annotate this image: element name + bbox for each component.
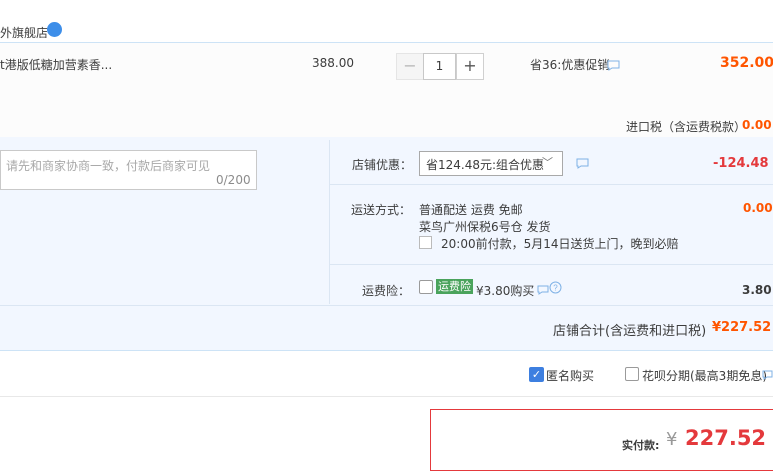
help-icon[interactable]: ? [549,281,562,297]
chat-bubble-icon[interactable] [537,284,549,298]
shipping-method: 普通配送 运费 免邮 [419,203,523,217]
store-coupon-selected[interactable]: 省124.48元:组合优惠 [426,156,544,173]
section-divider [0,396,773,397]
buyer-message-placeholder: 请先和商家协商一致，付款后商家可见 [6,159,211,173]
row-divider [0,305,773,306]
quantity-decrease-button[interactable]: − [396,53,424,80]
import-tax-value: 0.00 [742,118,772,132]
anonymous-purchase-label[interactable]: 匿名购买 [546,367,594,384]
store-coupon-value: -124.48 [713,156,769,171]
row-divider [330,264,773,265]
svg-text:?: ? [553,284,558,293]
item-unit-price: 388.00 [312,56,354,70]
store-coupon-label: 店铺优惠： [352,158,413,172]
store-subtotal-label: 店铺合计(含运费和进口税) [553,324,707,339]
quantity-input[interactable]: 1 [423,53,456,80]
store-subtotal-value: ¥227.52 [712,320,772,335]
item-title[interactable]: t港版低糖加营素香... [0,56,112,73]
item-promo-text: 省36:优惠促销 [530,58,610,72]
shipping-insurance-value: 3.80 [742,283,772,297]
shipping-insurance-checkbox[interactable] [419,280,433,294]
actual-payment-label: 实付款: [622,439,660,452]
huabei-installment-label[interactable]: 花呗分期(最高3期免息) [642,367,767,384]
huabei-installment-checkbox[interactable] [625,367,639,381]
chat-bubble-icon[interactable] [607,60,620,74]
shipping-insurance-badge: 运费险 [436,279,473,294]
currency-symbol: ¥ [666,429,678,450]
chevron-down-icon[interactable]: ﹀ [542,154,553,170]
import-tax-label: 进口税（含运费税款） [626,120,747,134]
shipping-warehouse: 菜鸟广州保税6号仓 发货 [419,220,551,234]
chat-bubble-icon[interactable] [762,369,773,383]
row-divider [330,184,773,185]
shipping-label: 运送方式： [351,203,412,217]
buyer-message-counter: 0/200 [216,173,251,187]
store-badge-icon[interactable] [47,22,62,37]
chat-bubble-icon[interactable] [576,158,589,172]
shipping-eta: 20:00前付款，5月14日送货上门，晚到必赔 [441,237,679,251]
quantity-increase-button[interactable]: + [456,53,484,80]
broken-image-icon [419,236,432,249]
panel-divider [329,140,330,304]
store-name[interactable]: 外旗舰店 [0,24,48,41]
shipping-insurance-price: ¥3.80购买 [476,284,535,298]
item-total-price: 352.00 [720,55,773,71]
actual-payment-amount: 227.52 [685,426,767,450]
shipping-insurance-label: 运费险： [362,284,411,298]
shipping-fee-value: 0.00 [743,201,773,215]
anonymous-purchase-checkbox[interactable]: ✓ [529,367,544,382]
